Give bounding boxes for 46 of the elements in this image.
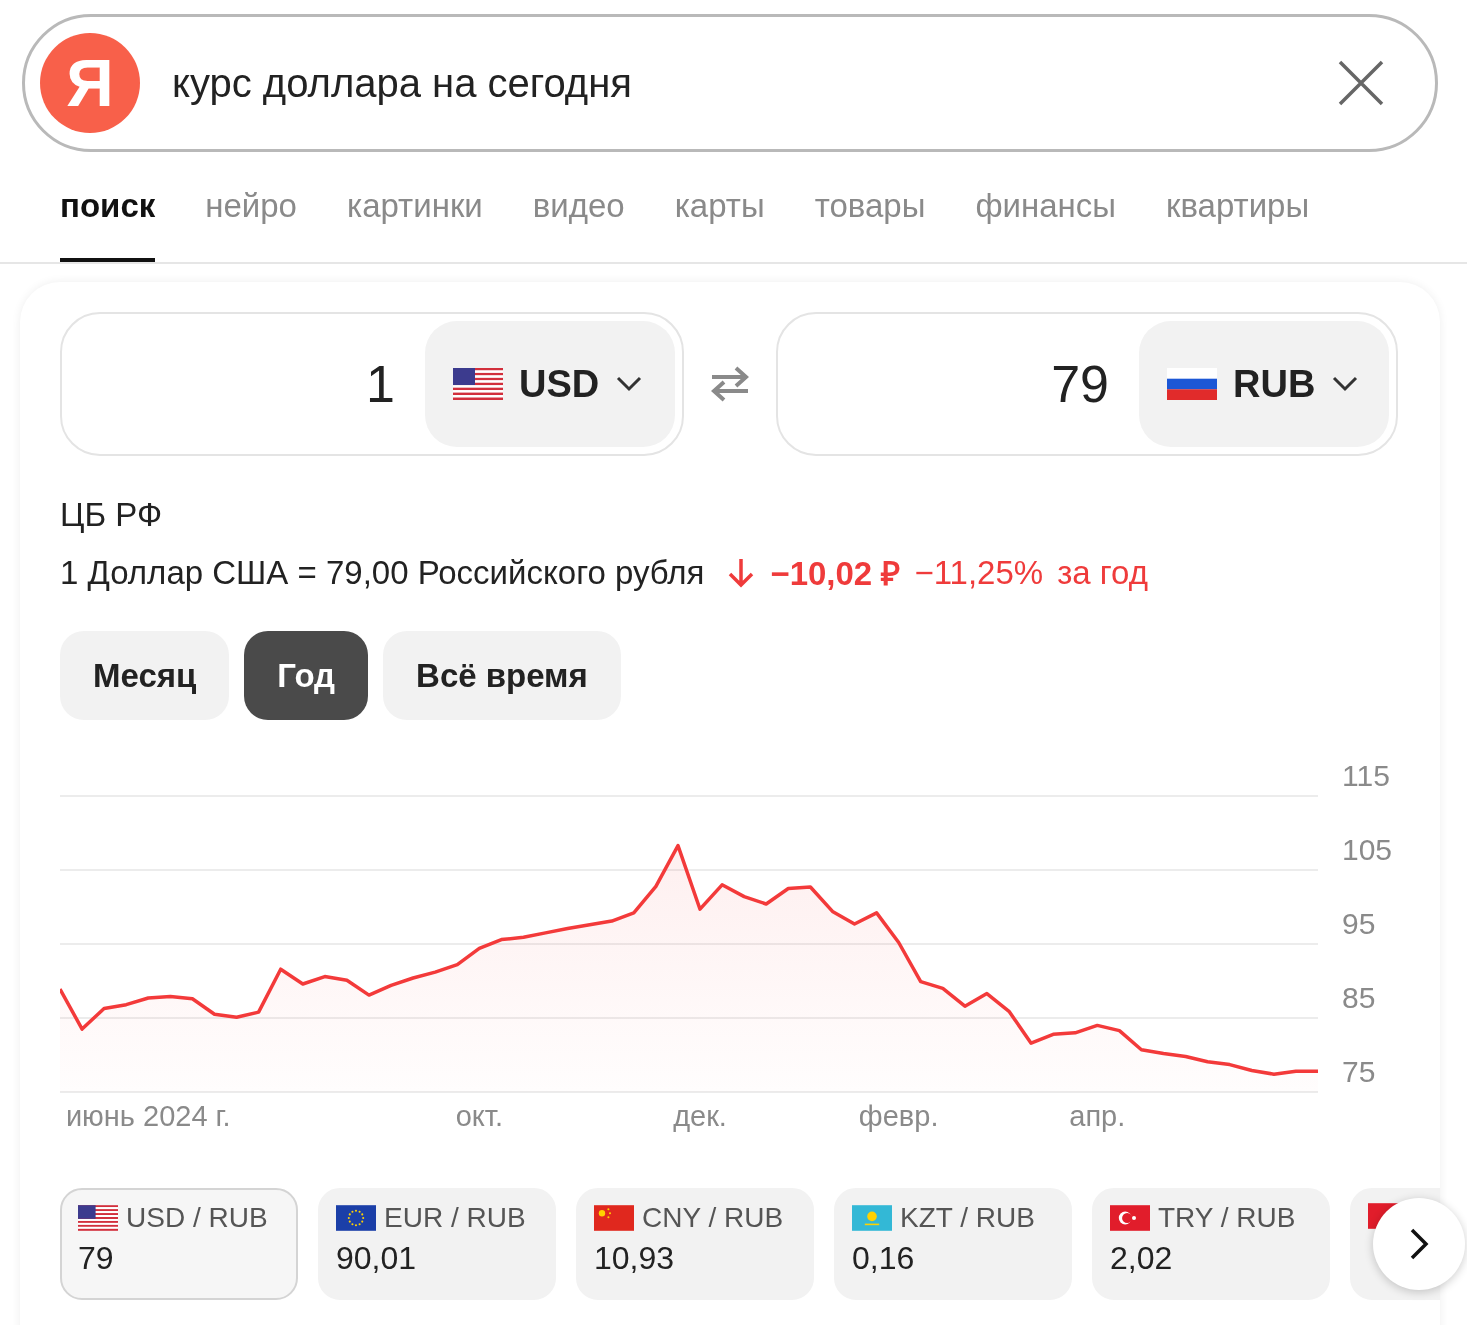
search-field[interactable]: Я курс доллара на сегодня	[22, 14, 1438, 152]
pair-name: TRY / RUB	[1158, 1202, 1296, 1234]
currency-pair-card[interactable]: EUR / RUB 90,01	[318, 1188, 556, 1300]
pair-rate: 2,02	[1110, 1240, 1174, 1277]
close-icon[interactable]	[1337, 59, 1385, 107]
pair-name: KZT / RUB	[900, 1202, 1035, 1234]
currency-pair-card[interactable]: KZT / RUB 0,16	[834, 1188, 1072, 1300]
period-button[interactable]: Всё время	[383, 631, 621, 720]
period-button[interactable]: Год	[244, 631, 369, 720]
axis-label: июнь 2024 г.	[65, 1100, 231, 1132]
axis-label: 115	[1342, 764, 1390, 792]
currency-field[interactable]: 79 RUB	[776, 312, 1398, 456]
search-tab[interactable]: поиск	[60, 170, 156, 262]
axis-label: 105	[1342, 833, 1393, 866]
axis-label: апр.	[1069, 1100, 1126, 1132]
pair-name: USD / RUB	[126, 1202, 268, 1234]
amount-value: 1	[365, 354, 396, 414]
currency-select[interactable]: USD	[425, 321, 675, 447]
change-percent: −11,25%	[914, 553, 1044, 592]
source-label: ЦБ РФ	[60, 496, 163, 534]
axis-label: 85	[1342, 981, 1376, 1014]
search-query: курс доллара на сегодня	[172, 60, 633, 106]
period-button[interactable]: Месяц	[60, 631, 230, 720]
amount-value: 79	[1050, 354, 1110, 414]
pair-rate: 10,93	[594, 1240, 676, 1277]
chevron-right-icon	[1408, 1226, 1430, 1262]
pair-rate: 0,16	[852, 1240, 916, 1277]
currency-field[interactable]: 1 USD	[60, 312, 684, 456]
period-label: за год	[1057, 553, 1148, 592]
axis-label: дек.	[673, 1100, 727, 1132]
axis-label: 95	[1342, 907, 1376, 940]
axis-label: февр.	[858, 1100, 939, 1132]
pair-name: EUR / RUB	[384, 1202, 526, 1234]
currency-pair-card[interactable]: CNY / RUB 10,93	[576, 1188, 814, 1300]
pair-rate: 90,01	[336, 1240, 418, 1277]
currency-pair-card[interactable]: TRY / RUB 2,02	[1092, 1188, 1330, 1300]
currency-pair-card[interactable]: USD / RUB 79	[60, 1188, 298, 1300]
pair-rate: 79	[78, 1240, 115, 1277]
axis-label: 75	[1342, 1055, 1376, 1088]
chevron-down-icon	[615, 375, 644, 393]
currency-select[interactable]: RUB	[1139, 321, 1389, 447]
axis-label: окт.	[455, 1100, 503, 1132]
chevron-down-icon	[1331, 375, 1360, 393]
change-value: −10,02 ₽	[770, 554, 901, 594]
pair-name: CNY / RUB	[642, 1202, 784, 1234]
rate-text: 1 Доллар США = 79,00 Российского рубля	[60, 553, 705, 592]
